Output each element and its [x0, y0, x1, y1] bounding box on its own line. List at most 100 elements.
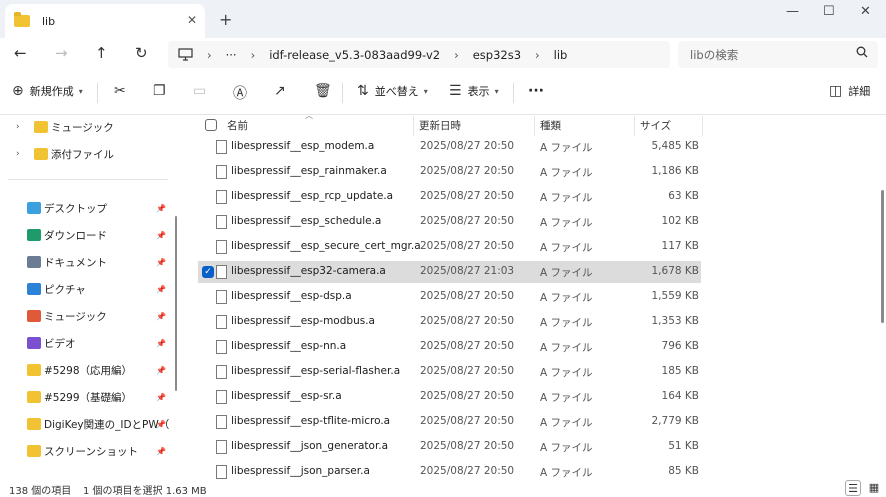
- pin-icon[interactable]: 📌: [156, 204, 166, 213]
- share-button[interactable]: ↗: [274, 83, 292, 99]
- new-button[interactable]: ⊕ 新規作成 ▾: [12, 83, 83, 99]
- sidebar-item-quick-access[interactable]: DigiKey関連の_IDとPW（ 📌: [0, 413, 176, 435]
- column-divider[interactable]: [702, 116, 703, 136]
- pin-icon[interactable]: 📌: [156, 258, 166, 267]
- sidebar-item-quick-access[interactable]: スクリーンショット 📌: [0, 440, 176, 462]
- file-row[interactable]: libespressif__esp-modbus.a 2025/08/27 20:…: [198, 311, 701, 333]
- pin-icon[interactable]: 📌: [156, 420, 166, 429]
- sort-label: 並べ替え: [374, 85, 419, 98]
- file-row[interactable]: libespressif__esp_rainmaker.a 2025/08/27 …: [198, 161, 701, 183]
- row-checkbox[interactable]: ✓: [202, 266, 214, 278]
- sidebar-item-music-tree[interactable]: › ミュージック: [0, 116, 176, 138]
- details-view-button[interactable]: ☰: [845, 480, 861, 496]
- file-row[interactable]: libespressif__esp_modem.a 2025/08/27 20:5…: [198, 136, 701, 158]
- sidebar-item-quick-access[interactable]: ドキュメント 📌: [0, 251, 176, 273]
- view-button[interactable]: ☰ 表示 ▾: [449, 83, 499, 99]
- column-header-size[interactable]: サイズ: [640, 118, 671, 133]
- sidebar-item-quick-access[interactable]: ピクチャ 📌: [0, 278, 176, 300]
- select-all-checkbox[interactable]: [205, 119, 217, 131]
- tab-close-button[interactable]: ✕: [187, 13, 197, 27]
- more-icon: ···: [528, 83, 544, 99]
- forward-button[interactable]: →: [55, 44, 68, 62]
- column-divider[interactable]: [413, 116, 414, 136]
- sidebar-scrollbar[interactable]: [175, 216, 177, 391]
- details-pane-button[interactable]: ◫ 詳細: [829, 83, 870, 99]
- cut-button[interactable]: ✂: [114, 83, 132, 99]
- file-row[interactable]: libespressif__json_generator.a 2025/08/27…: [198, 436, 701, 458]
- desktop-icon: [27, 202, 41, 214]
- file-icon: [216, 215, 227, 229]
- file-type: A ファイル: [540, 267, 593, 279]
- pin-icon[interactable]: 📌: [156, 285, 166, 294]
- more-options-button[interactable]: ···: [528, 83, 544, 99]
- file-row[interactable]: libespressif__esp-nn.a 2025/08/27 20:50 A …: [198, 336, 701, 358]
- breadcrumb-item[interactable]: esp32s3: [473, 48, 521, 62]
- sidebar-item-attachments[interactable]: › 添付ファイル: [0, 143, 176, 165]
- copy-button[interactable]: ❐: [153, 83, 172, 99]
- file-name: libespressif__esp-nn.a: [231, 340, 347, 352]
- view-list-icon: ☰: [449, 83, 462, 99]
- file-list-scrollbar[interactable]: [881, 190, 884, 323]
- column-header-date[interactable]: 更新日時: [419, 118, 461, 133]
- sidebar-item-quick-access[interactable]: #5299（基礎編） 📌: [0, 386, 176, 408]
- delete-button[interactable]: 🗑: [314, 83, 338, 99]
- file-type: A ファイル: [540, 317, 593, 329]
- file-row[interactable]: libespressif__esp_rcp_update.a 2025/08/27…: [198, 186, 701, 208]
- sort-button[interactable]: ⇅ 並べ替え ▾: [357, 83, 428, 99]
- column-header-name[interactable]: 名前: [227, 118, 248, 133]
- tiles-view-button[interactable]: ▦: [866, 480, 882, 496]
- trash-icon: 🗑: [314, 83, 332, 99]
- paste-button[interactable]: ▭: [193, 83, 212, 99]
- maximize-button[interactable]: ☐: [823, 4, 835, 19]
- file-row[interactable]: libespressif__esp_secure_cert_mgr.a 2025/…: [198, 236, 701, 258]
- sidebar-item-quick-access[interactable]: #5298（応用編） 📌: [0, 359, 176, 381]
- pin-icon[interactable]: 📌: [156, 339, 166, 348]
- sidebar-item-quick-access[interactable]: ダウンロード 📌: [0, 224, 176, 246]
- minimize-button[interactable]: —: [786, 4, 799, 19]
- file-row[interactable]: ✓ libespressif__esp32-camera.a 2025/08/27 …: [198, 261, 701, 283]
- document-icon: [27, 256, 41, 268]
- file-type: A ファイル: [540, 142, 593, 154]
- file-row[interactable]: libespressif__esp-tflite-micro.a 2025/08/…: [198, 411, 701, 433]
- pin-icon[interactable]: 📌: [156, 231, 166, 240]
- file-icon: [216, 315, 227, 329]
- details-pane-icon: ◫: [829, 83, 843, 99]
- pin-icon[interactable]: 📌: [156, 366, 166, 375]
- details-view-icon: ☰: [848, 482, 858, 495]
- chevron-right-icon[interactable]: ›: [16, 149, 20, 159]
- up-button[interactable]: ↑: [95, 44, 108, 62]
- back-button[interactable]: ←: [14, 44, 27, 62]
- sidebar-item-quick-access[interactable]: ビデオ 📌: [0, 332, 176, 354]
- file-date: 2025/08/27 20:50: [420, 465, 515, 477]
- pin-icon[interactable]: 📌: [156, 447, 166, 456]
- sidebar-item-quick-access[interactable]: デスクトップ 📌: [0, 197, 176, 219]
- pin-icon[interactable]: 📌: [156, 393, 166, 402]
- new-tab-button[interactable]: +: [219, 10, 232, 29]
- breadcrumb-overflow-button[interactable]: ···: [226, 48, 237, 62]
- breadcrumb-item[interactable]: idf-release_v5.3-083aad99-v2: [269, 48, 440, 62]
- file-date: 2025/08/27 20:50: [420, 190, 515, 202]
- pin-icon[interactable]: 📌: [156, 312, 166, 321]
- file-row[interactable]: libespressif__esp-serial-flasher.a 2025/0…: [198, 361, 701, 383]
- chevron-right-icon[interactable]: ›: [16, 122, 20, 132]
- download-icon: [27, 229, 41, 241]
- search-box[interactable]: libの検索: [678, 41, 878, 68]
- column-header-type[interactable]: 種類: [540, 118, 561, 133]
- sidebar-item-quick-access[interactable]: ミュージック 📌: [0, 305, 176, 327]
- column-divider[interactable]: [534, 116, 535, 136]
- scissors-icon: ✂: [114, 83, 126, 99]
- address-bar[interactable]: › ··· › idf-release_v5.3-083aad99-v2 › e…: [168, 41, 670, 68]
- file-row[interactable]: libespressif__esp_schedule.a 2025/08/27 2…: [198, 211, 701, 233]
- selection-info: 1 個の項目を選択 1.63 MB: [83, 486, 207, 497]
- rename-button[interactable]: Ⓐ: [233, 83, 253, 103]
- chevron-down-icon: ▾: [494, 86, 499, 96]
- close-window-button[interactable]: ✕: [860, 4, 871, 19]
- column-divider[interactable]: [634, 116, 635, 136]
- plus-circle-icon: ⊕: [12, 83, 24, 99]
- file-row[interactable]: libespressif__esp-sr.a 2025/08/27 20:50 A …: [198, 386, 701, 408]
- breadcrumb-item[interactable]: lib: [554, 48, 568, 62]
- file-date: 2025/08/27 20:50: [420, 165, 515, 177]
- file-row[interactable]: libespressif__esp-dsp.a 2025/08/27 20:50 A…: [198, 286, 701, 308]
- refresh-button[interactable]: ↻: [135, 44, 148, 62]
- tab-lib[interactable]: lib ✕: [5, 4, 205, 38]
